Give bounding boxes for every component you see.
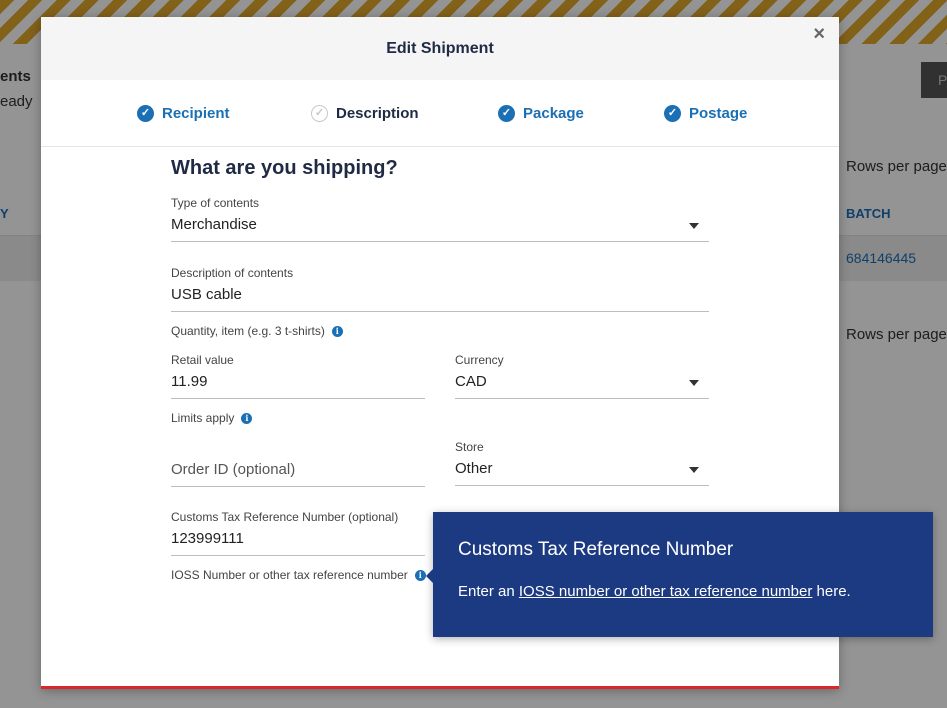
- tooltip-body: Enter an IOSS number or other tax refere…: [458, 583, 908, 600]
- field-label: Customs Tax Reference Number (optional): [171, 510, 399, 524]
- hint-text: IOSS Number or other tax reference numbe…: [171, 568, 408, 582]
- hint-text: Limits apply: [171, 411, 235, 425]
- description-input[interactable]: USB cable: [171, 280, 709, 312]
- step-label: Description: [336, 105, 419, 122]
- field-label: Store: [455, 440, 484, 454]
- retail-value-input[interactable]: 11.99: [171, 367, 425, 399]
- hint-text: Quantity, item (e.g. 3 t-shirts): [171, 324, 325, 338]
- select-value: Other: [455, 460, 493, 477]
- check-circle-outline-icon: ✓: [311, 105, 328, 122]
- check-circle-icon: ✓: [664, 105, 681, 122]
- type-of-contents-field: Type of contents Merchandise: [171, 196, 709, 242]
- step-label: Postage: [689, 105, 748, 122]
- field-label: Currency: [455, 353, 504, 367]
- modal-header: Edit Shipment ×: [41, 17, 839, 80]
- limits-hint: Limits apply i: [171, 411, 253, 425]
- type-of-contents-select[interactable]: Merchandise: [171, 210, 709, 242]
- info-icon[interactable]: i: [241, 412, 253, 424]
- store-field: Store Other: [455, 440, 709, 486]
- ioss-hint: IOSS Number or other tax reference numbe…: [171, 568, 426, 582]
- order-id-field: Order ID (optional): [171, 455, 425, 487]
- store-select[interactable]: Other: [455, 454, 709, 486]
- info-icon[interactable]: i: [414, 569, 426, 581]
- step-description[interactable]: ✓ Description: [311, 105, 419, 122]
- ioss-help-link[interactable]: IOSS number or other tax reference numbe…: [519, 583, 812, 600]
- info-icon[interactable]: i: [331, 325, 343, 337]
- tooltip-text: here.: [812, 583, 851, 600]
- select-value: CAD: [455, 373, 487, 390]
- check-circle-icon: ✓: [137, 105, 154, 122]
- step-package[interactable]: ✓ Package: [498, 105, 584, 122]
- field-label: Retail value: [171, 353, 234, 367]
- tooltip-text: Enter an: [458, 583, 519, 600]
- close-icon[interactable]: ×: [813, 23, 825, 46]
- customs-tax-field: Customs Tax Reference Number (optional) …: [171, 510, 425, 556]
- step-postage[interactable]: ✓ Postage: [664, 105, 747, 122]
- order-id-input[interactable]: Order ID (optional): [171, 455, 425, 487]
- field-label: Description of contents: [171, 266, 294, 280]
- retail-value-field: Retail value 11.99: [171, 353, 425, 399]
- customs-tax-tooltip: Customs Tax Reference Number Enter an IO…: [426, 512, 933, 637]
- form-heading: What are you shipping?: [171, 157, 398, 179]
- currency-field: Currency CAD: [455, 353, 709, 399]
- chevron-down-icon: [689, 380, 699, 386]
- step-recipient[interactable]: ✓ Recipient: [137, 105, 230, 122]
- description-field: Description of contents USB cable: [171, 266, 709, 312]
- modal-title: Edit Shipment: [386, 40, 494, 57]
- stepper: ✓ Recipient ✓ Description ✓ Package ✓ Po…: [41, 80, 839, 147]
- quantity-hint: Quantity, item (e.g. 3 t-shirts) i: [171, 324, 343, 338]
- customs-tax-input[interactable]: 123999111: [171, 524, 425, 556]
- step-label: Recipient: [162, 105, 230, 122]
- tooltip-title: Customs Tax Reference Number: [458, 539, 734, 560]
- step-label: Package: [523, 105, 584, 122]
- check-circle-icon: ✓: [498, 105, 515, 122]
- currency-select[interactable]: CAD: [455, 367, 709, 399]
- chevron-down-icon: [689, 223, 699, 229]
- field-label: Type of contents: [171, 196, 260, 210]
- select-value: Merchandise: [171, 216, 257, 233]
- chevron-down-icon: [689, 467, 699, 473]
